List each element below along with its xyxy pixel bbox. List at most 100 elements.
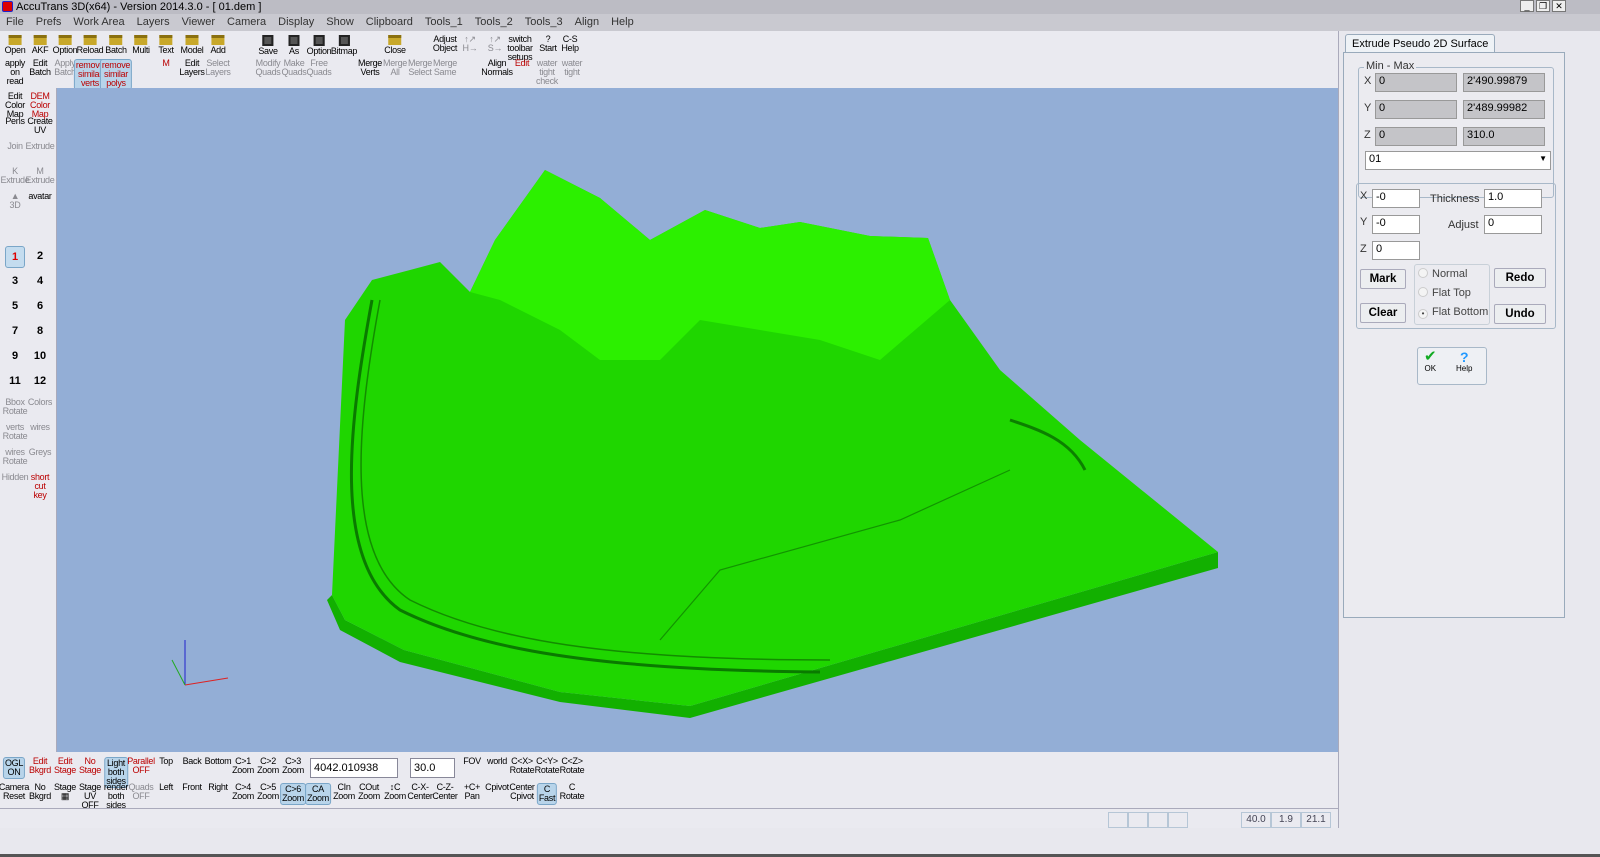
radio-normal-indicator[interactable]: [1418, 268, 1428, 278]
mark-button[interactable]: Mark: [1360, 269, 1406, 289]
fov-input[interactable]: [410, 758, 455, 778]
view-tool-hidden[interactable]: Hidden: [2, 473, 29, 482]
help-button[interactable]: ? Help: [1456, 350, 1472, 373]
layer-select[interactable]: 01 ▼: [1365, 151, 1551, 170]
menu-work-area[interactable]: Work Area: [73, 14, 124, 31]
ok-button[interactable]: ✔ OK: [1424, 349, 1437, 373]
toolbar-option-button[interactable]: Option: [53, 35, 78, 55]
menu-clipboard[interactable]: Clipboard: [366, 14, 413, 31]
view-parallel-off-button[interactable]: Parallel OFF: [127, 757, 155, 775]
clear-button[interactable]: Clear: [1360, 303, 1406, 323]
toolbar-edit-button[interactable]: Edit: [515, 59, 530, 68]
toolbar-model-button[interactable]: Model: [180, 35, 204, 55]
toolbar-s-button[interactable]: ↑↗ S→: [488, 35, 503, 53]
view-tool-colors[interactable]: Colors: [28, 398, 53, 407]
tool-extrude[interactable]: Extrude: [26, 142, 55, 151]
view-cpivot-button[interactable]: Cpivot: [485, 783, 509, 792]
view-tool-greys[interactable]: Greys: [29, 448, 52, 457]
toolbar-text-button[interactable]: Text: [158, 35, 174, 55]
view-c-4-zoom-button[interactable]: C>4 Zoom: [232, 783, 254, 801]
layer-button-11[interactable]: 11: [5, 371, 25, 391]
layer-button-8[interactable]: 8: [30, 321, 50, 341]
toolbar-edit-batch-button[interactable]: Edit Batch: [29, 59, 51, 77]
view-center-cpivot-button[interactable]: Center Cpivot: [509, 783, 535, 801]
view-c-pan-button[interactable]: +C+ Pan: [464, 783, 480, 801]
toolbar-c-s-help-button[interactable]: C-S Help: [561, 35, 579, 53]
view-edit-bkgrd-button[interactable]: Edit Bkgrd: [29, 757, 51, 775]
toolbar-edit-layers-button[interactable]: Edit Layers: [179, 59, 205, 77]
tool-edit-color-map[interactable]: Edit Color Map: [5, 92, 25, 119]
toolbar-multi-button[interactable]: Multi: [132, 35, 150, 55]
toolbar-modify-quads-button[interactable]: Modify Quads: [255, 59, 280, 77]
view-edit-stage-button[interactable]: Edit Stage: [54, 757, 76, 775]
view-world-button[interactable]: world: [487, 757, 507, 766]
toolbar-align-normals-button[interactable]: Align Normals: [481, 59, 513, 77]
toolbar-remove-similar-polys-button[interactable]: remove similar polys: [99, 59, 133, 90]
toolbar-m-button[interactable]: M: [162, 59, 170, 68]
toolbar-bitmap-button[interactable]: Bitmap: [331, 35, 357, 56]
view-top-button[interactable]: Top: [159, 757, 173, 766]
menu-help[interactable]: Help: [611, 14, 634, 31]
view-front-button[interactable]: Front: [182, 783, 202, 792]
toolbar-save-button[interactable]: Save: [258, 35, 278, 56]
toolbar-option-button[interactable]: Option: [307, 35, 332, 56]
menu-tools-2[interactable]: Tools_2: [475, 14, 513, 31]
toolbar-apply-on-read-button[interactable]: apply on read: [5, 59, 25, 86]
toolbar-merge-all-button[interactable]: Merge All: [383, 59, 407, 77]
toolbar-water-tight-button[interactable]: water tight: [562, 59, 583, 77]
menu-prefs[interactable]: Prefs: [36, 14, 62, 31]
toolbar-make-quads-button[interactable]: Make Quads: [281, 59, 306, 77]
menu-align[interactable]: Align: [575, 14, 599, 31]
menu-tools-3[interactable]: Tools_3: [525, 14, 563, 31]
camera-distance-input[interactable]: [310, 758, 398, 778]
radio-normal[interactable]: Normal: [1418, 268, 1467, 280]
view-c-3-zoom-button[interactable]: C>3 Zoom: [282, 757, 304, 775]
tool-pens[interactable]: Pens: [5, 117, 25, 126]
view-stage-button[interactable]: Stage ▦: [54, 783, 76, 801]
layer-button-12[interactable]: 12: [30, 371, 50, 391]
view-tool-bbox-rotate[interactable]: Bbox Rotate: [3, 398, 28, 416]
view-stage-uv-off-button[interactable]: Stage UV OFF: [79, 783, 101, 810]
menu-camera[interactable]: Camera: [227, 14, 266, 31]
view-no-bkgrd-button[interactable]: No Bkgrd: [29, 783, 51, 801]
3d-viewport[interactable]: [57, 88, 1338, 752]
view-right-button[interactable]: Right: [208, 783, 228, 792]
view-ogl-on-button[interactable]: OGL ON: [2, 757, 26, 779]
toolbar-close-button[interactable]: Close: [384, 35, 406, 55]
view-fov-button[interactable]: FOV: [463, 757, 481, 766]
radio-flat-top-indicator[interactable]: [1418, 287, 1428, 297]
view-c-x-center-button[interactable]: C-X- Center: [407, 783, 433, 801]
view-tool-short-cut-key[interactable]: short cut key: [31, 473, 50, 500]
view-camera-reset-button[interactable]: Camera Reset: [0, 783, 29, 801]
layer-button-5[interactable]: 5: [5, 296, 25, 316]
view-c-x-rotate-button[interactable]: C<X> Rotate: [510, 757, 535, 775]
minimize-button[interactable]: _: [1520, 0, 1534, 12]
layer-button-3[interactable]: 3: [5, 271, 25, 291]
tool-avatar[interactable]: avatar: [28, 192, 52, 201]
toolbar-as-button[interactable]: As: [288, 35, 300, 56]
toolbar-free-quads-button[interactable]: Free Quads: [306, 59, 331, 77]
redo-button[interactable]: Redo: [1494, 268, 1546, 288]
view-c-2-zoom-button[interactable]: C>2 Zoom: [257, 757, 279, 775]
radio-flat-top[interactable]: Flat Top: [1418, 287, 1471, 299]
y-offset-input[interactable]: -0: [1372, 215, 1420, 234]
menu-show[interactable]: Show: [326, 14, 354, 31]
tool-3d[interactable]: ▲ 3D: [10, 192, 21, 210]
view-quads-off-button[interactable]: Quads OFF: [128, 783, 153, 801]
view-tool-wires[interactable]: wires: [30, 423, 50, 432]
layer-button-4[interactable]: 4: [30, 271, 50, 291]
restore-button[interactable]: ❐: [1536, 0, 1550, 12]
tool-m-extrude[interactable]: M Extrude: [26, 167, 55, 185]
view-c-y-rotate-button[interactable]: C<Y> Rotate: [535, 757, 560, 775]
layer-button-10[interactable]: 10: [30, 346, 50, 366]
toolbar-merge-verts-button[interactable]: Merge Verts: [358, 59, 382, 77]
view-c-z-center-button[interactable]: C-Z- Center: [432, 783, 458, 801]
view-bottom-button[interactable]: Bottom: [205, 757, 232, 766]
view-c-5-zoom-button[interactable]: C>5 Zoom: [257, 783, 279, 801]
toolbar-select-layers-button[interactable]: Select Layers: [205, 59, 231, 77]
tool-join[interactable]: Join: [7, 142, 23, 151]
menu-file[interactable]: File: [6, 14, 24, 31]
view-c-rotate-button[interactable]: C Rotate: [560, 783, 585, 801]
view-c-1-zoom-button[interactable]: C>1 Zoom: [232, 757, 254, 775]
radio-flat-bottom[interactable]: • Flat Bottom: [1418, 306, 1488, 319]
